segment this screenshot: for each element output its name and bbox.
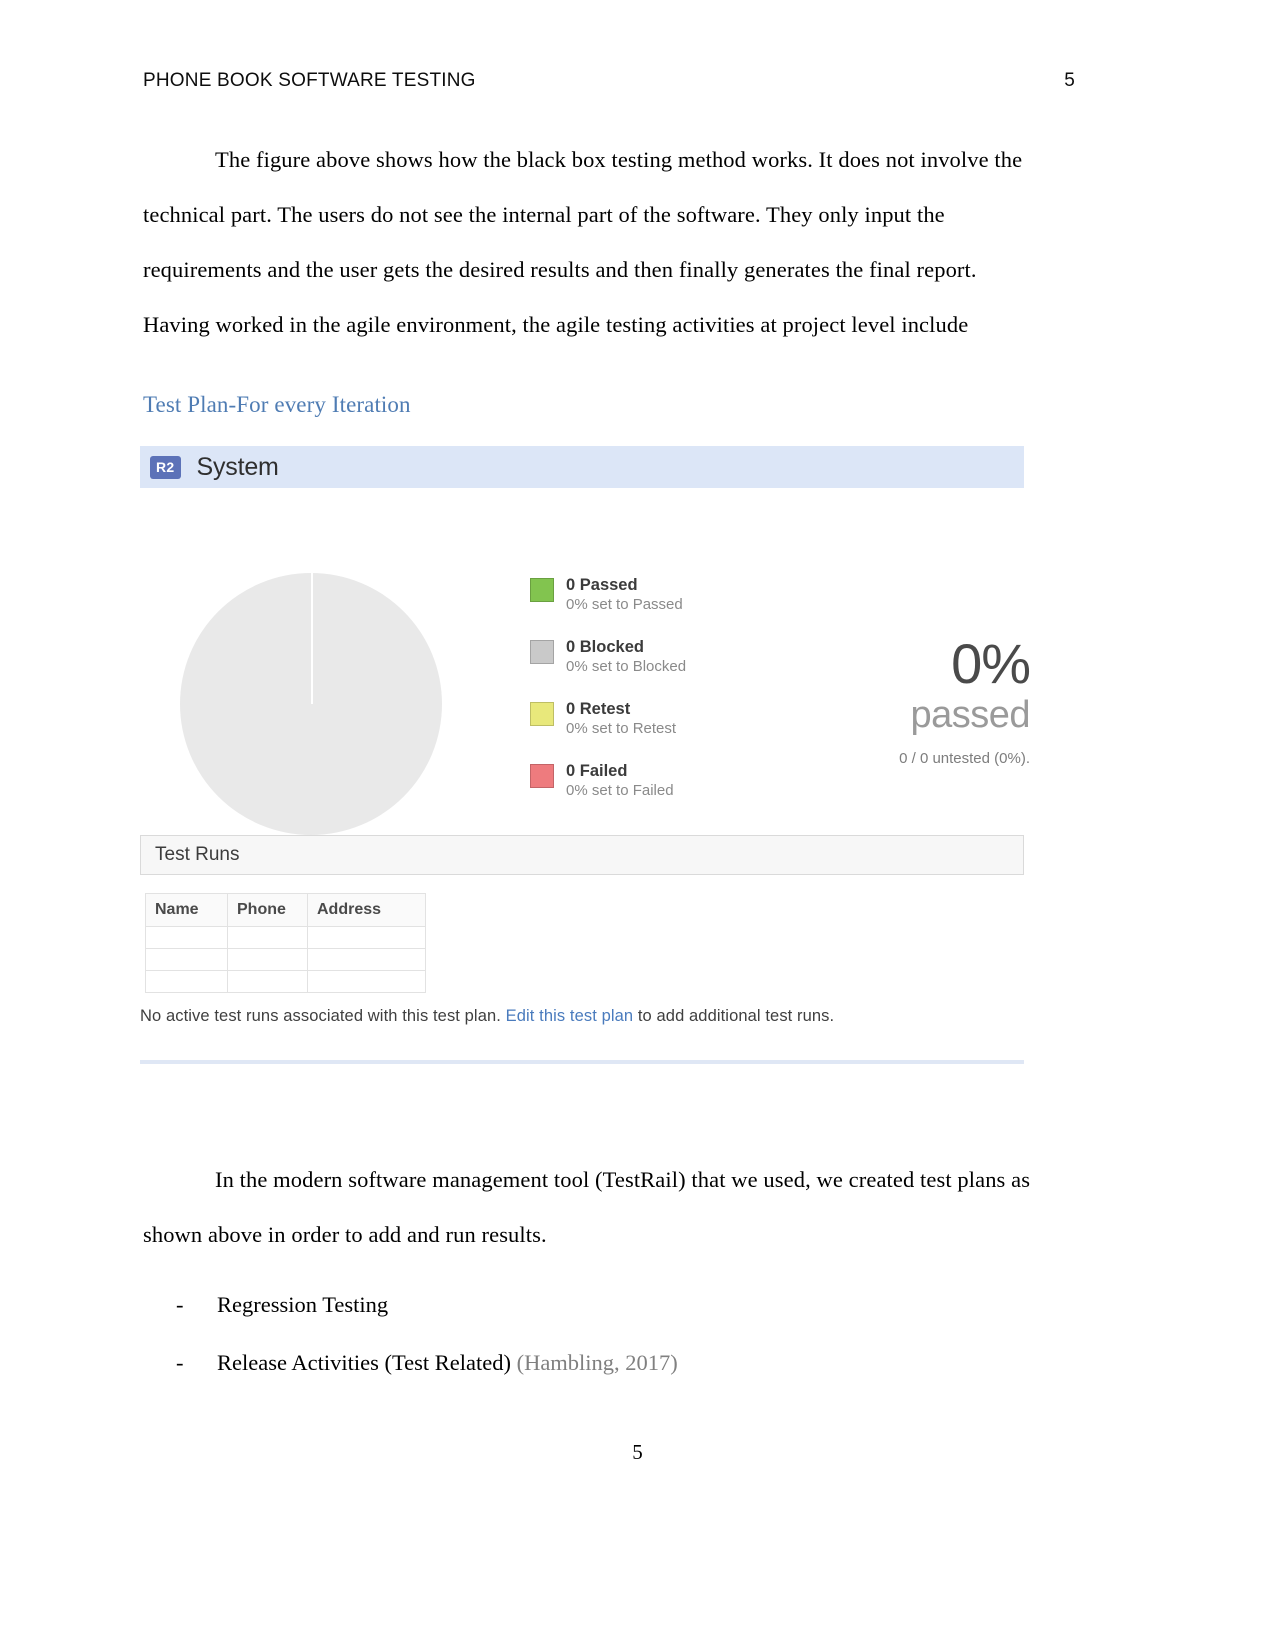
cell-address (307, 970, 426, 993)
pass-rate-word: passed (910, 694, 1030, 736)
list-item: - Release Activities (Test Related) (Hamb… (143, 1334, 1075, 1392)
running-header-page-number: 5 (1064, 70, 1075, 91)
list-item-citation: (Hambling, 2017) (516, 1350, 678, 1375)
edit-test-plan-link[interactable]: Edit this test plan (506, 1007, 634, 1025)
no-test-runs-note: No active test runs associated with this… (140, 1007, 1024, 1026)
pie-divider (311, 573, 313, 704)
status-legend: 0 Passed 0% set to Passed 0 Blocked 0% s… (530, 575, 830, 823)
list-item-label: Release Activities (Test Related) (217, 1350, 517, 1375)
cell-name (145, 948, 228, 971)
list-dash-marker: - (176, 1350, 184, 1375)
paragraph-3: requirements and the user gets the desir… (143, 257, 977, 282)
legend-swatch-failed-icon (530, 764, 554, 788)
tail-paragraph-2: shown above in order to add and run resu… (143, 1222, 547, 1247)
legend-label-passed: 0 Passed (566, 576, 638, 594)
section-heading-test-plan: Test Plan-For every Iteration (143, 392, 411, 417)
cell-name (145, 970, 228, 993)
running-header: PHONE BOOK SOFTWARE TESTING 5 (143, 70, 1075, 92)
legend-swatch-retest-icon (530, 702, 554, 726)
legend-item-blocked: 0 Blocked 0% set to Blocked (530, 637, 830, 677)
list-item: - Regression Testing (143, 1276, 1075, 1334)
legend-sublabel-failed: 0% set to Failed (566, 782, 674, 799)
page-footer: 5 (0, 1440, 1275, 1465)
legend-swatch-passed-icon (530, 578, 554, 602)
legend-sublabel-passed: 0% set to Passed (566, 596, 683, 613)
test-runs-table: Name Phone Address (145, 893, 426, 993)
pass-rate-summary: 0% passed 0 / 0 untested (0%). (840, 632, 1031, 768)
table-row (145, 926, 426, 949)
status-pie-chart (180, 573, 442, 835)
paragraph-1: The figure above shows how the black box… (215, 147, 1023, 172)
document-page: PHONE BOOK SOFTWARE TESTING 5 The figure… (0, 0, 1275, 1650)
legend-label-retest: 0 Retest (566, 700, 631, 718)
legend-item-passed: 0 Passed 0% set to Passed (530, 575, 830, 615)
test-runs-section-header: Test Runs (140, 835, 1024, 875)
column-header-name: Name (145, 893, 228, 927)
column-header-phone: Phone (227, 893, 308, 927)
table-row (145, 970, 426, 993)
cell-address (307, 948, 426, 971)
list-item-label: Regression Testing (217, 1292, 389, 1317)
tail-paragraph-1: In the modern software management tool (… (215, 1167, 1031, 1192)
note-text-before-link: No active test runs associated with this… (140, 1007, 506, 1025)
legend-sublabel-retest: 0% set to Retest (566, 720, 677, 737)
testrail-screenshot: R2 System 0 Passed 0% set to Passed 0 Bl… (140, 446, 1031, 1064)
list-dash-marker: - (176, 1292, 184, 1317)
cell-name (145, 926, 228, 949)
table-row (145, 948, 426, 971)
legend-label-blocked: 0 Blocked (566, 638, 644, 656)
release-badge: R2 (150, 455, 181, 479)
table-header-row: Name Phone Address (145, 893, 426, 927)
legend-sublabel-blocked: 0% set to Blocked (566, 658, 687, 675)
cell-phone (227, 948, 308, 971)
legend-item-retest: 0 Retest 0% set to Retest (530, 699, 830, 739)
testrail-header-bar: R2 System (140, 446, 1024, 488)
column-header-address: Address (307, 893, 426, 927)
tail-text-block: In the modern software management tool (… (143, 1152, 1075, 1392)
footer-page-number: 5 (632, 1440, 643, 1464)
paragraph-2: technical part. The users do not see the… (143, 202, 945, 227)
legend-item-failed: 0 Failed 0% set to Failed (530, 761, 830, 801)
cell-address (307, 926, 426, 949)
activity-list: - Regression Testing - Release Activities … (143, 1276, 1075, 1392)
running-header-title: PHONE BOOK SOFTWARE TESTING (143, 70, 476, 91)
note-text-after-link: to add additional test runs. (633, 1007, 835, 1025)
body-text-block: The figure above shows how the black box… (143, 132, 1075, 352)
test-runs-section-title: Test Runs (155, 844, 240, 865)
testrail-header-title: System (196, 452, 279, 481)
cell-phone (227, 970, 308, 993)
cell-phone (227, 926, 308, 949)
untested-count: 0 / 0 untested (0%). (899, 750, 1030, 767)
paragraph-4: Having worked in the agile environment, … (143, 312, 969, 337)
screenshot-bottom-stripe (140, 1060, 1024, 1064)
pass-rate-percent: 0% (951, 632, 1031, 695)
testrail-summary-panel: 0 Passed 0% set to Passed 0 Blocked 0% s… (140, 488, 1031, 835)
legend-swatch-blocked-icon (530, 640, 554, 664)
legend-label-failed: 0 Failed (566, 762, 628, 780)
